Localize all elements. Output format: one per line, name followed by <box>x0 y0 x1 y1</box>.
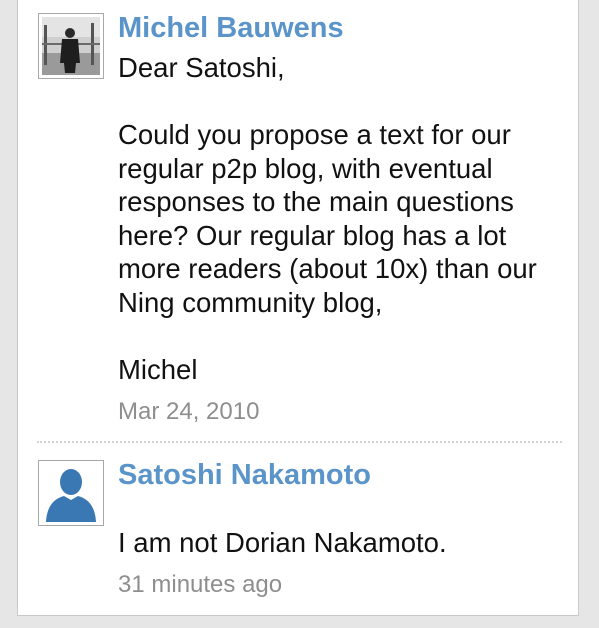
comment-divider <box>37 441 562 443</box>
avatar[interactable] <box>38 13 104 79</box>
comment-author-link[interactable]: Satoshi Nakamoto <box>118 458 371 492</box>
comments-panel: Michel Bauwens Dear Satoshi, Could you p… <box>17 0 579 616</box>
comment-item: Satoshi Nakamoto I am not Dorian Nakamot… <box>38 458 568 610</box>
comment-body: I am not Dorian Nakamoto. <box>118 527 447 558</box>
comment-timestamp: Mar 24, 2010 <box>118 398 260 425</box>
comment-body: Dear Satoshi, Could you propose a text f… <box>118 52 537 385</box>
comment-item: Michel Bauwens Dear Satoshi, Could you p… <box>38 11 568 433</box>
comment-timestamp: 31 minutes ago <box>118 571 283 598</box>
avatar[interactable] <box>38 460 104 526</box>
default-user-silhouette-icon <box>42 464 100 522</box>
user-photo-icon <box>42 17 100 75</box>
comment-author-link[interactable]: Michel Bauwens <box>118 11 344 45</box>
